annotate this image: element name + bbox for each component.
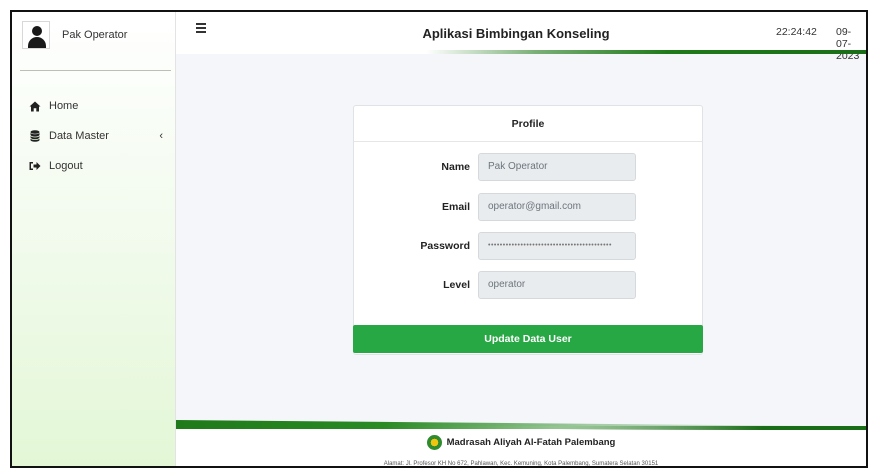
user-panel[interactable]: Pak Operator [12, 12, 175, 58]
school-address: Alamat: Jl. Profesor KH No 672, Pahlawan… [383, 461, 659, 467]
profile-card: Profile Name Pak Operator Email operator… [353, 105, 703, 355]
sidebar-item-data-master[interactable]: Data Master ‹ [28, 121, 175, 151]
update-data-user-button[interactable]: Update Data User [353, 325, 703, 353]
sidebar-item-home[interactable]: Home [28, 91, 175, 121]
name-field[interactable]: Pak Operator [478, 153, 636, 181]
footer-brand: Madrasah Aliyah Al-Fatah Palembang [426, 435, 616, 450]
level-row: Level operator [354, 271, 702, 299]
user-name: Pak Operator [62, 29, 128, 41]
database-icon [28, 129, 42, 143]
home-icon [28, 99, 42, 113]
footer-accent-line-right [176, 426, 866, 430]
level-field[interactable]: operator [478, 271, 636, 299]
top-navbar: Aplikasi Bimbingan Konseling 22:24:42 09… [176, 12, 866, 62]
app-title: Aplikasi Bimbingan Konseling [422, 26, 610, 41]
footer: Madrasah Aliyah Al-Fatah Palembang Alama… [176, 420, 866, 467]
sidebar-item-label: Logout [49, 160, 83, 172]
email-row: Email operator@gmail.com [354, 193, 702, 221]
clock-date: 09-07-2023 [836, 26, 860, 62]
email-field[interactable]: operator@gmail.com [478, 193, 636, 221]
sidebar-item-label: Home [49, 100, 79, 112]
avatar-icon [22, 21, 50, 49]
school-logo-icon [426, 435, 442, 450]
level-label: Level [443, 279, 470, 291]
sidebar-item-label: Data Master [49, 130, 109, 142]
app-window: Pak Operator Home Data Master ‹ Logout A… [10, 10, 868, 468]
name-row: Name Pak Operator [354, 153, 702, 181]
password-label: Password [420, 240, 470, 252]
school-name: Madrasah Aliyah Al-Fatah Palembang [446, 437, 616, 448]
chevron-left-icon[interactable]: ‹ [159, 130, 163, 142]
sidebar-divider [20, 70, 171, 71]
clock-time: 22:24:42 [776, 26, 817, 38]
sidebar-nav: Home Data Master ‹ Logout [12, 91, 175, 181]
email-label: Email [441, 201, 470, 213]
password-row: Password •••••••••••••••••••••••••••••••… [354, 232, 702, 260]
card-title: Profile [354, 106, 702, 142]
sidebar: Pak Operator Home Data Master ‹ Logout [12, 12, 176, 466]
sidebar-item-logout[interactable]: Logout [28, 151, 175, 181]
logout-icon [28, 159, 42, 173]
name-label: Name [441, 161, 470, 173]
password-field[interactable]: ••••••••••••••••••••••••••••••••••••••••… [478, 232, 636, 260]
header-accent-line [426, 50, 866, 54]
